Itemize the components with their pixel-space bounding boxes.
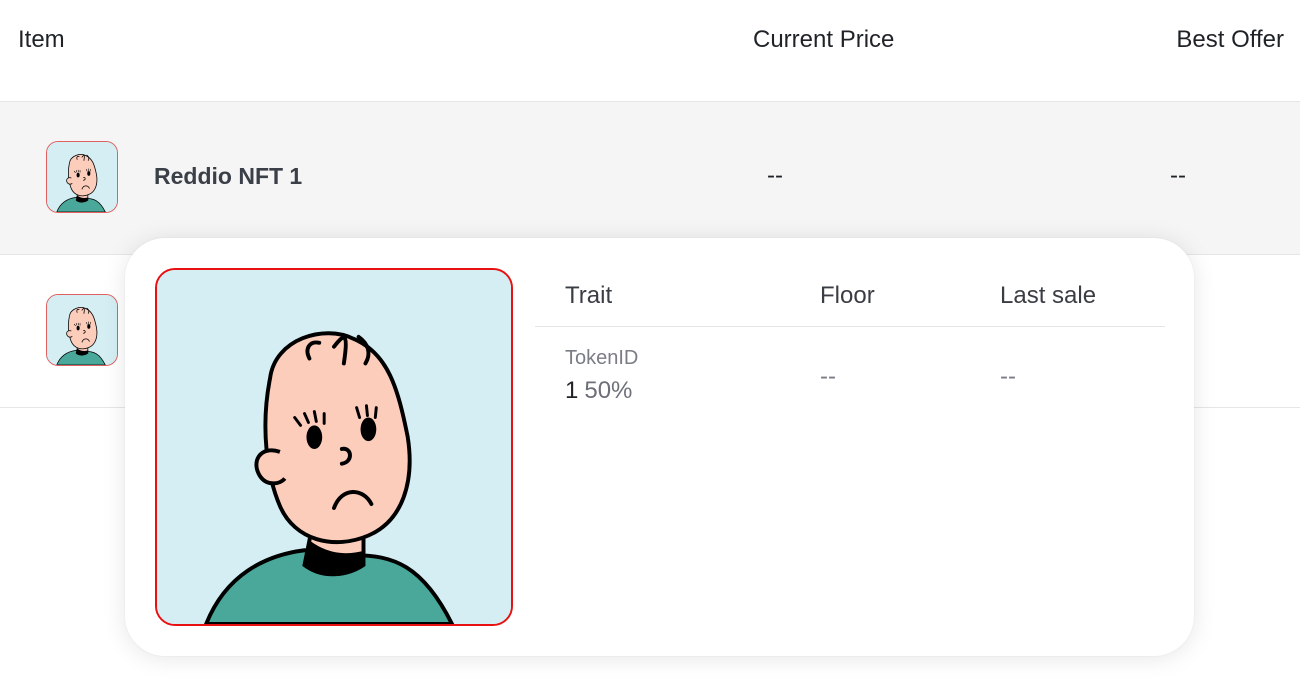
- column-header-current-price[interactable]: Current Price: [753, 26, 894, 54]
- nft-avatar-icon[interactable]: [46, 141, 118, 213]
- nft-item-list-page: Item Current Price Best Offer Reddio NFT…: [0, 0, 1300, 682]
- trait-value: 1 50%: [565, 377, 632, 405]
- nft-preview-image: [155, 268, 513, 626]
- traits-table: Trait Floor Last sale TokenID 1 50% -- --: [535, 268, 1165, 417]
- trait-row: TokenID 1 50% -- --: [535, 327, 1165, 417]
- nft-preview-popover: Trait Floor Last sale TokenID 1 50% -- --: [125, 238, 1194, 656]
- floor-column-header: Floor: [820, 282, 875, 309]
- traits-header: Trait Floor Last sale: [535, 268, 1165, 327]
- nft-avatar-icon[interactable]: [46, 294, 118, 366]
- trait-column-header: Trait: [565, 282, 613, 309]
- current-price-value: --: [767, 162, 783, 189]
- trait-floor-value: --: [820, 363, 836, 390]
- trait-type: TokenID: [565, 347, 639, 369]
- item-name[interactable]: Reddio NFT 1: [154, 163, 302, 190]
- trait-last-sale-value: --: [1000, 363, 1016, 390]
- column-header-best-offer[interactable]: Best Offer: [1176, 26, 1284, 54]
- trait-value-number: 1: [565, 377, 579, 404]
- column-header-item[interactable]: Item: [18, 26, 65, 54]
- table-header: Item Current Price Best Offer: [0, 0, 1300, 102]
- trait-rarity-percent: 50%: [584, 377, 633, 404]
- best-offer-value: --: [1170, 162, 1186, 189]
- table-row[interactable]: Reddio NFT 1 -- --: [0, 102, 1300, 255]
- last-sale-column-header: Last sale: [1000, 282, 1097, 309]
